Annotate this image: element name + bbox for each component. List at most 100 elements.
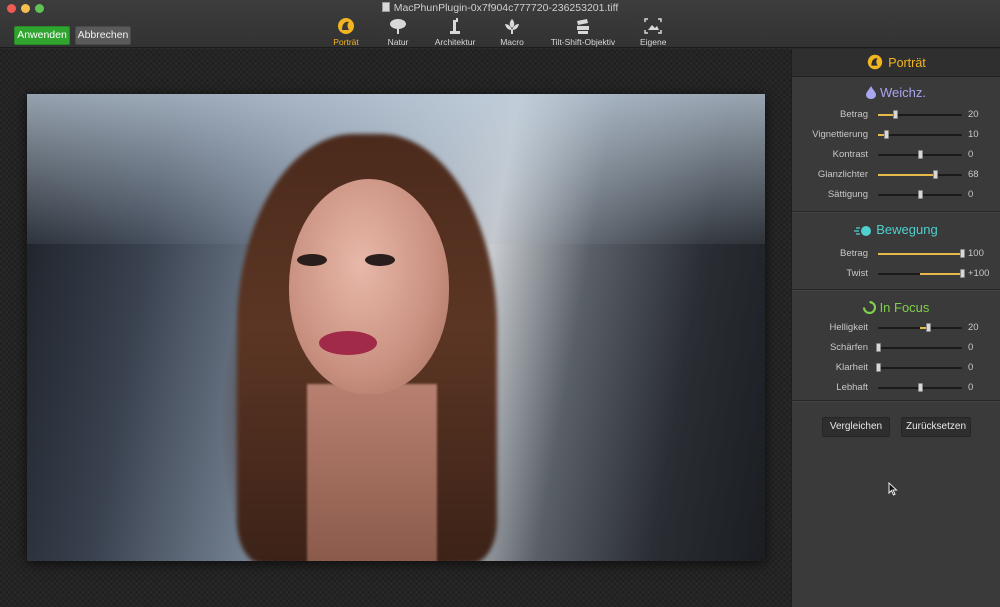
slider-label: Sättigung [827,189,868,200]
refresh-icon [862,300,876,315]
photo-face [289,179,449,394]
slider-row: Twist +100 [792,264,1000,284]
slider-track[interactable] [876,363,962,372]
slider-value: +100 [968,268,990,279]
section-motion-title: Bewegung [792,212,1000,244]
slider-value: 20 [968,322,979,333]
slider-thumb[interactable] [933,170,939,179]
slider-track[interactable] [878,249,965,258]
slider-track[interactable] [878,269,965,278]
photo-lips [319,331,377,355]
slider-thumb[interactable] [960,269,965,278]
slider-fill [878,174,936,176]
slider-value: 100 [968,248,984,259]
drop-icon [866,86,876,99]
slider-value: 10 [968,129,979,140]
tool-architecture[interactable]: Architektur [433,17,477,47]
tool-nature[interactable]: Natur [387,17,409,47]
slider-label: Betrag [840,109,868,120]
slider-thumb[interactable] [876,363,881,372]
slider-label: Helligkeit [829,322,868,333]
slider-thumb[interactable] [918,383,923,392]
slider-fill [878,253,962,255]
tool-tilt-shift-label: Tilt-Shift-Objektiv [550,37,616,47]
slider-label: Kontrast [832,149,868,160]
slider-row: Helligkeit 20 [792,318,1000,338]
slider-track[interactable] [878,150,962,159]
section-in-focus-title: In Focus [792,290,1000,320]
tool-portrait[interactable]: Porträt [333,17,359,47]
tool-tilt-shift[interactable]: Tilt-Shift-Objektiv [549,17,617,47]
slider-row: Sättigung 0 [792,185,1000,205]
slider-track[interactable] [878,170,962,179]
slider-thumb[interactable] [926,323,932,332]
slider-label: Schärfen [829,342,868,353]
slider-thumb[interactable] [918,150,923,159]
tool-custom[interactable]: Eigene [640,17,666,47]
mouse-cursor-icon [888,482,898,496]
portrait-icon [338,18,354,34]
slider-row: Schärfen 0 [792,338,1000,358]
panel-header-title: Porträt [888,56,926,70]
tool-portrait-label: Porträt [333,37,359,47]
tool-macro-label: Macro [500,37,524,47]
statue-icon [450,18,460,34]
photo-eye-right [365,254,395,266]
slider-thumb[interactable] [892,110,898,119]
lens-icon [577,19,589,34]
apply-button[interactable]: Anwenden [14,26,70,45]
slider-row: Glanzlichter 68 [792,165,1000,185]
slider-thumb[interactable] [960,249,965,258]
tool-macro[interactable]: Macro [500,17,524,47]
slider-thumb[interactable] [918,190,923,199]
section-soften-label: Weichz. [880,85,926,100]
slider-value: 68 [968,169,979,180]
slider-value: 20 [968,109,979,120]
photo-preview[interactable] [27,94,765,561]
slider-label: Glanzlichter [817,169,868,180]
window-title: MacPhunPlugin-0x7f904c777720-236253201.t… [0,2,1000,14]
section-soften: Weichz. Betrag 20 Vignettierung 10 Kontrast 0… [792,77,1000,212]
slider-track[interactable] [878,130,962,139]
slider-row: Lebhaft 0 [792,378,1000,398]
slider-value: 0 [968,362,974,373]
portrait-icon [868,54,883,70]
slider-label: Vignettierung [812,129,868,140]
slider-label: Klarheit [835,362,868,373]
slider-value: 0 [968,382,974,393]
tool-architecture-label: Architektur [434,37,476,47]
slider-track[interactable] [878,383,962,392]
adjustments-panel: Porträt Weichz. Betrag 20 Vignettierung 10 K… [791,49,1000,607]
slider-row: Kontrast 0 [792,145,1000,165]
slider-track[interactable] [876,343,962,352]
tree-icon [390,19,406,34]
panel-header: Porträt [792,49,1000,77]
photo-eye-left [297,254,327,266]
photo-neck [307,384,437,561]
cancel-button[interactable]: Abbrechen [75,26,131,45]
tool-nature-label: Natur [387,37,409,47]
section-motion: Bewegung Betrag 100 Twist +100 [792,212,1000,290]
section-motion-label: Bewegung [876,222,938,237]
slider-track[interactable] [878,110,962,119]
slider-label: Twist [846,268,868,279]
slider-thumb[interactable] [876,343,881,352]
slider-value: 0 [968,342,974,353]
slider-thumb[interactable] [884,130,890,139]
flower-icon [505,19,519,34]
reset-button[interactable]: Zurücksetzen [901,417,971,437]
compare-button[interactable]: Vergleichen [822,417,890,437]
image-canvas [0,49,791,607]
slider-row: Betrag 20 [792,105,1000,125]
section-in-focus-label: In Focus [879,300,930,315]
slider-value: 0 [968,149,974,160]
toolbar: MacPhunPlugin-0x7f904c777720-236253201.t… [0,0,1000,48]
section-in-focus: In Focus Helligkeit 20 Schärfen 0 Klarheit 0 L… [792,290,1000,401]
slider-fill [920,273,962,275]
section-soften-title: Weichz. [792,77,1000,105]
slider-track[interactable] [878,323,962,332]
slider-row: Vignettierung 10 [792,125,1000,145]
slider-track[interactable] [878,190,962,199]
custom-frame-icon [644,18,662,34]
tool-custom-label: Eigene [640,37,667,47]
